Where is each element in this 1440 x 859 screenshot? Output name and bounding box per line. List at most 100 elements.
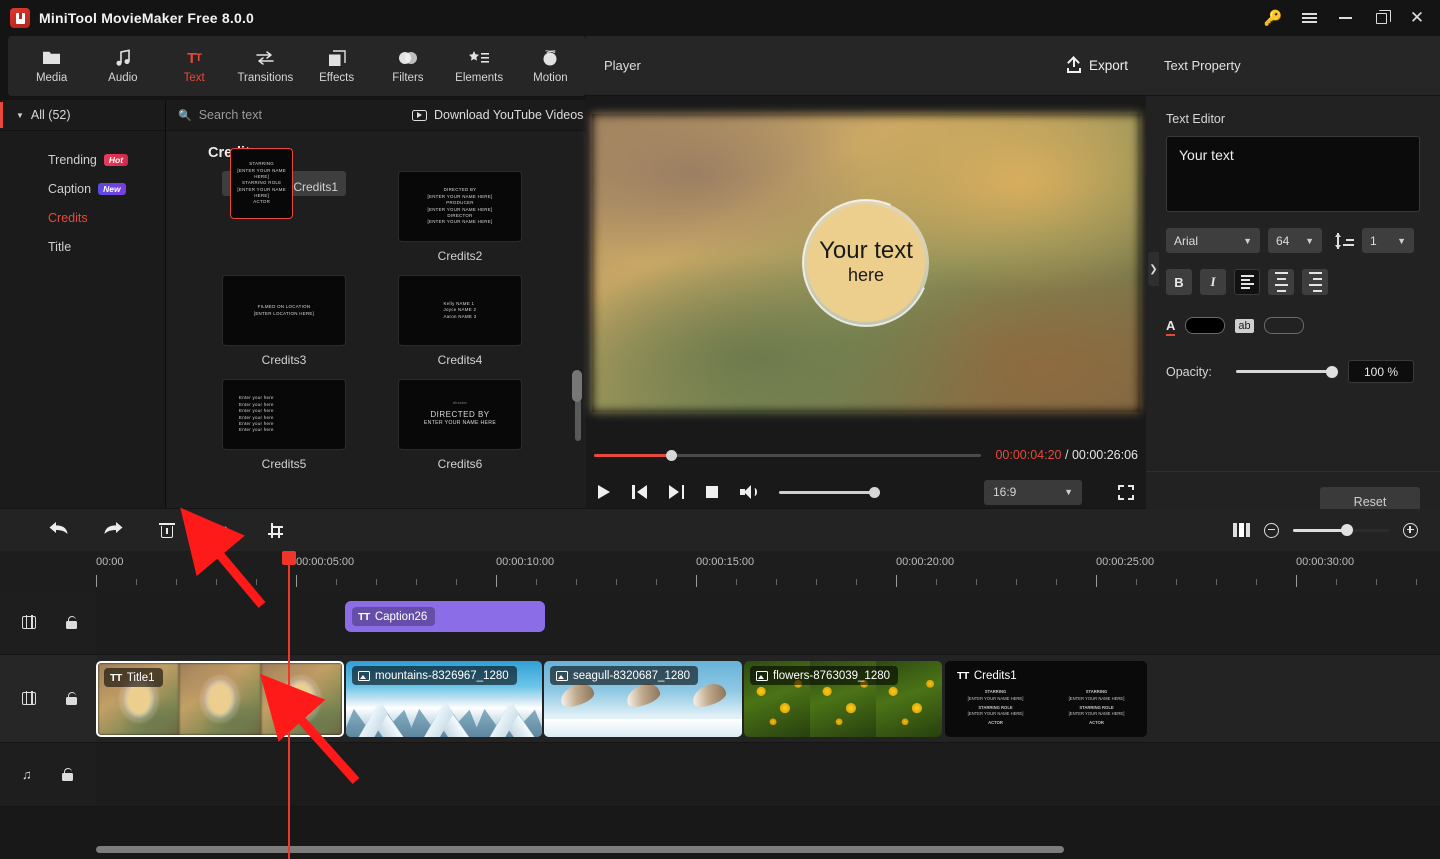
template-credits5[interactable]: Enter your here Enter your here Enter yo… bbox=[222, 379, 346, 471]
search-input[interactable]: 🔍 Search text bbox=[166, 108, 396, 122]
category-item-title[interactable]: Title bbox=[0, 232, 165, 261]
app-title: MiniTool MovieMaker Free 8.0.0 bbox=[39, 10, 255, 26]
library-resize-handle[interactable] bbox=[572, 370, 582, 402]
ruler-label: 00:00:15:00 bbox=[696, 556, 755, 568]
zoom-slider[interactable] bbox=[1293, 524, 1389, 536]
audio-track-lane[interactable] bbox=[96, 743, 1440, 807]
split-view-icon[interactable] bbox=[1233, 523, 1250, 537]
text-editor-input[interactable]: Your text bbox=[1166, 136, 1420, 212]
volume-button[interactable] bbox=[740, 485, 757, 499]
previous-frame-button[interactable] bbox=[632, 485, 647, 499]
tab-transitions[interactable]: Transitions bbox=[230, 38, 301, 94]
undo-button[interactable] bbox=[32, 513, 86, 547]
template-thumbnail: director DIRECTED BY ENTER YOUR NAME HER… bbox=[398, 379, 522, 450]
tab-filters[interactable]: Filters bbox=[372, 38, 443, 94]
fullscreen-button[interactable] bbox=[1118, 484, 1134, 500]
download-youtube-button[interactable]: Download YouTube Videos bbox=[412, 108, 583, 122]
library-scroll-area[interactable]: Credits STARRING [ENTER YOUR NAME HERE] … bbox=[166, 131, 586, 508]
key-icon[interactable]: 🔑 bbox=[1256, 3, 1290, 33]
ruler-tick-minor bbox=[536, 579, 537, 585]
timeline-clip-title1[interactable]: TT Title1 bbox=[96, 661, 344, 737]
opacity-slider[interactable] bbox=[1236, 365, 1338, 378]
split-marker-icon[interactable]: ✂ bbox=[277, 689, 301, 713]
chevron-down-icon: ▼ bbox=[1064, 487, 1073, 497]
template-credits1[interactable]: STARRING [ENTER YOUR NAME HERE] STARRING… bbox=[222, 148, 346, 219]
font-size-select[interactable]: 64 ▼ bbox=[1268, 228, 1322, 253]
text-track-lane[interactable]: TT Caption26 bbox=[96, 591, 1440, 655]
align-left-icon bbox=[1240, 273, 1254, 291]
lock-icon[interactable] bbox=[66, 616, 77, 629]
current-time: 00:00:04:20 bbox=[995, 448, 1062, 462]
playhead-handle[interactable] bbox=[282, 551, 296, 565]
italic-button[interactable]: I bbox=[1200, 269, 1226, 295]
category-item-caption[interactable]: Caption New bbox=[0, 174, 165, 203]
font-family-select[interactable]: Arial ▼ bbox=[1166, 228, 1260, 253]
template-credits4[interactable]: Kelly NAME 1 Joyce NAME 2 Aaron NAME 3 C… bbox=[398, 275, 522, 367]
minimize-button[interactable] bbox=[1328, 3, 1362, 33]
tab-media[interactable]: Media bbox=[16, 38, 87, 94]
ruler-tick-minor bbox=[176, 579, 177, 585]
template-name: Credits2 bbox=[437, 249, 483, 263]
align-center-button[interactable] bbox=[1268, 269, 1294, 295]
line-spacing-select[interactable]: 1 ▼ bbox=[1362, 228, 1414, 253]
text-property-panel: Text Property Text Editor Your text Aria… bbox=[1146, 36, 1440, 531]
tab-elements[interactable]: Elements bbox=[444, 38, 515, 94]
template-credits6[interactable]: director DIRECTED BY ENTER YOUR NAME HER… bbox=[398, 379, 522, 471]
preview-text-element[interactable]: Your text here bbox=[807, 204, 925, 322]
zoom-handle[interactable] bbox=[1340, 524, 1353, 536]
timeline-clip-flowers[interactable]: flowers-8763039_1280 bbox=[744, 661, 942, 737]
ruler-tick-minor bbox=[336, 579, 337, 585]
align-left-button[interactable] bbox=[1234, 269, 1260, 295]
crop-button[interactable] bbox=[248, 513, 302, 547]
font-color-swatch[interactable] bbox=[1185, 317, 1226, 334]
opacity-handle[interactable] bbox=[1326, 365, 1338, 378]
timeline-clip-caption26[interactable]: TT Caption26 bbox=[345, 601, 545, 632]
tab-audio[interactable]: Audio bbox=[87, 38, 158, 94]
next-frame-button[interactable] bbox=[669, 485, 684, 499]
category-item-credits[interactable]: Credits bbox=[0, 203, 165, 232]
timeline-horizontal-scrollbar[interactable] bbox=[96, 846, 1064, 853]
volume-handle[interactable] bbox=[869, 486, 880, 498]
timeline-clip-mountains[interactable]: mountains-8326967_1280 bbox=[346, 661, 542, 737]
tab-effects[interactable]: Effects bbox=[301, 38, 372, 94]
timeline-ruler[interactable]: 00:00 00:00:05:00 00:00:10:00 00:00:15:00 00… bbox=[0, 551, 1440, 591]
library-scrollbar[interactable] bbox=[575, 399, 581, 441]
play-button[interactable] bbox=[598, 485, 610, 499]
zoom-in-button[interactable] bbox=[1403, 522, 1418, 538]
aspect-ratio-select[interactable]: 16:9 ▼ bbox=[984, 479, 1082, 505]
time-separator: / bbox=[1064, 448, 1069, 462]
seek-handle[interactable] bbox=[665, 449, 677, 461]
elements-icon bbox=[469, 48, 490, 68]
zoom-out-button[interactable] bbox=[1264, 522, 1279, 538]
preview-stage[interactable]: Your text here bbox=[592, 114, 1140, 412]
template-credits3[interactable]: FILMED ON LOCATION [ENTER LOCATION HERE]… bbox=[222, 275, 346, 367]
stop-button[interactable] bbox=[706, 486, 718, 498]
delete-button[interactable] bbox=[140, 513, 194, 547]
outline-color-swatch[interactable] bbox=[1263, 317, 1304, 334]
ruler-tick-minor bbox=[816, 579, 817, 585]
music-note-icon: ♫ bbox=[22, 767, 32, 782]
timeline-clip-seagull[interactable]: seagull-8320687_1280 bbox=[544, 661, 742, 737]
redo-button[interactable] bbox=[86, 513, 140, 547]
lock-icon[interactable] bbox=[61, 768, 73, 781]
align-right-button[interactable] bbox=[1302, 269, 1328, 295]
close-button[interactable]: ✕ bbox=[1400, 3, 1434, 33]
volume-slider[interactable] bbox=[779, 486, 880, 498]
timeline-clip-credits1[interactable]: STARRING [ENTER YOUR NAME HERE] STARRING… bbox=[945, 661, 1147, 737]
template-name: Credits3 bbox=[261, 353, 307, 367]
export-button[interactable]: Export bbox=[1066, 58, 1128, 73]
thumbnail-text: director DIRECTED BY ENTER YOUR NAME HER… bbox=[423, 401, 497, 427]
panel-collapse-handle[interactable]: ❯ bbox=[1148, 252, 1159, 286]
lock-icon[interactable] bbox=[66, 692, 77, 705]
template-credits2[interactable]: DIRECTED BY [ENTER YOUR NAME HERE] PRODU… bbox=[398, 171, 522, 263]
split-button[interactable]: ✂ bbox=[194, 513, 248, 547]
bold-button[interactable]: B bbox=[1166, 269, 1192, 295]
maximize-button[interactable] bbox=[1364, 3, 1398, 33]
tab-motion[interactable]: Motion bbox=[515, 38, 586, 94]
player-seek-bar[interactable] bbox=[594, 449, 982, 461]
menu-icon[interactable] bbox=[1292, 3, 1326, 33]
chevron-down-icon: ▼ bbox=[1243, 235, 1252, 246]
category-item-trending[interactable]: Trending Hot bbox=[0, 145, 165, 174]
tab-text[interactable]: TT Text bbox=[159, 38, 230, 94]
category-header[interactable]: ▼ All (52) bbox=[0, 100, 165, 131]
